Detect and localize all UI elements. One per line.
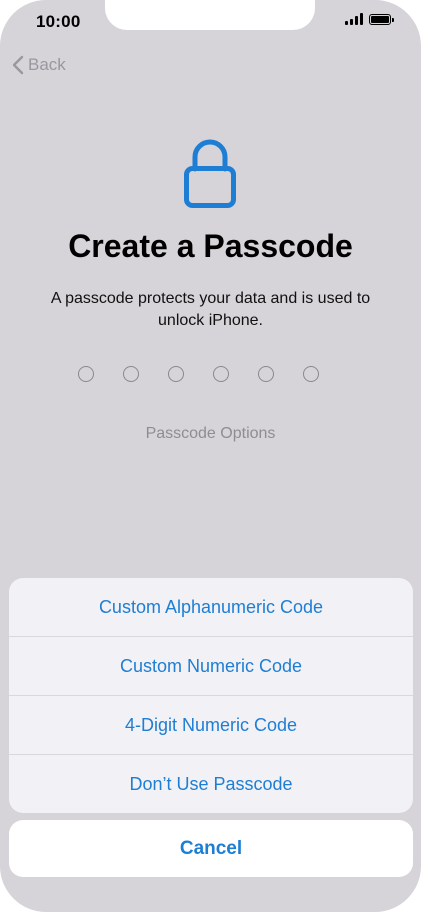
chevron-left-icon [12,55,24,75]
action-sheet: Custom Alphanumeric Code Custom Numeric … [9,578,413,813]
option-4-digit-numeric[interactable]: 4-Digit Numeric Code [9,696,413,755]
passcode-dot [78,366,94,382]
passcode-dot [213,366,229,382]
passcode-dot [258,366,274,382]
passcode-dot [123,366,139,382]
notch [105,0,315,30]
page-subtitle: A passcode protects your data and is use… [50,290,371,329]
passcode-options-link[interactable]: Passcode Options [0,425,421,443]
back-button[interactable]: Back [12,55,66,75]
status-time: 10:00 [36,12,81,31]
passcode-dot [168,366,184,382]
page-title: Create a Passcode [68,228,353,264]
signal-icon [345,13,363,25]
passcode-dots [78,366,319,382]
option-dont-use-passcode[interactable]: Don’t Use Passcode [9,755,413,813]
back-label: Back [28,55,66,74]
passcode-dot [303,366,319,382]
option-custom-numeric[interactable]: Custom Numeric Code [9,637,413,696]
lock-icon [184,139,236,208]
battery-icon [369,13,394,25]
status-icons [345,13,394,25]
option-custom-alphanumeric[interactable]: Custom Alphanumeric Code [9,578,413,637]
cancel-button[interactable]: Cancel [9,820,413,877]
phone-screen: 10:00 Back Create a Passcode A passcode … [0,0,421,912]
